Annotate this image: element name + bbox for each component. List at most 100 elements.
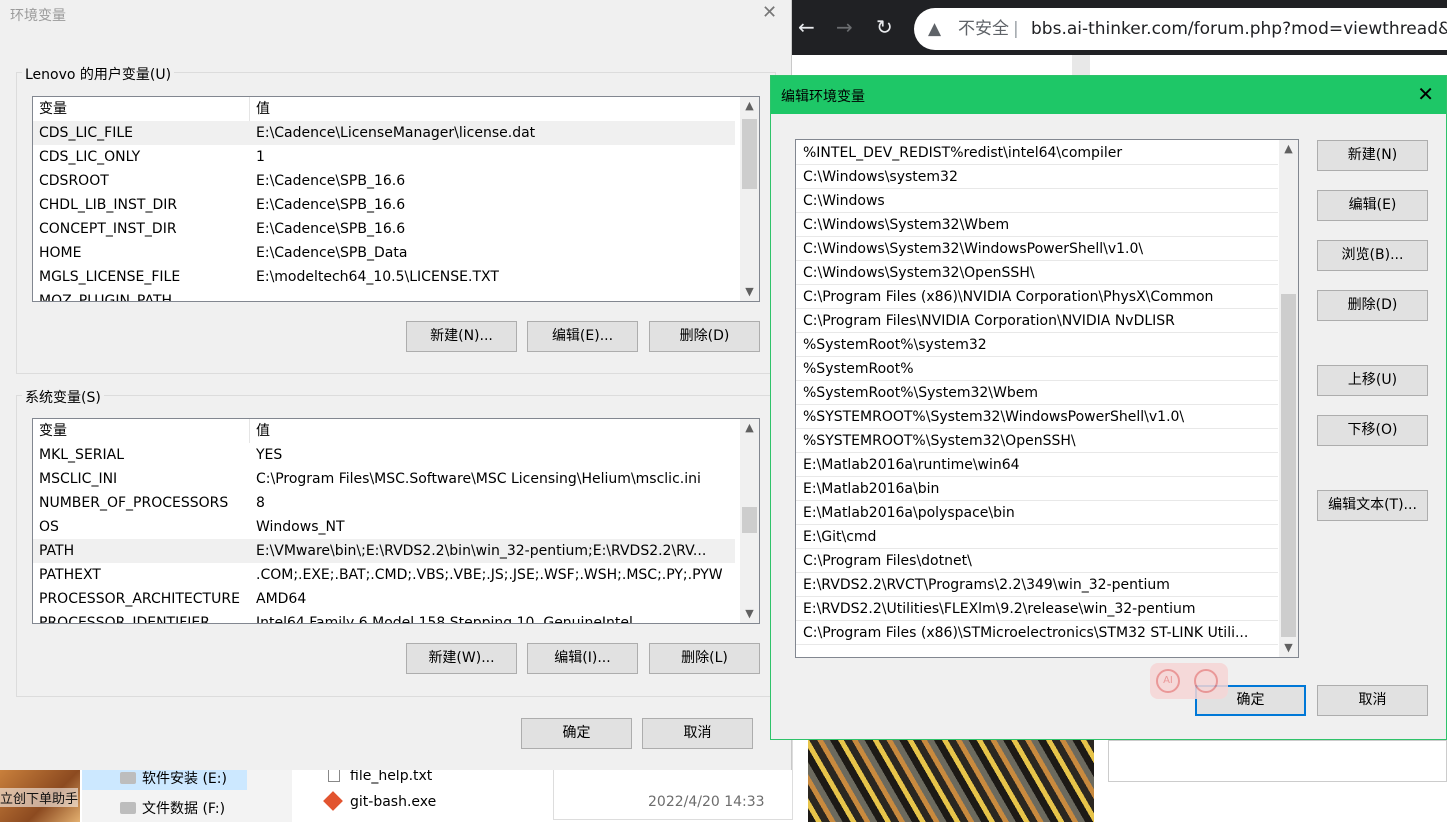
user-new-button[interactable]: 新建(N)... (406, 321, 517, 352)
reload-icon[interactable]: ↻ (876, 14, 893, 40)
variable-name: CONCEPT_INST_DIR (39, 221, 177, 237)
scroll-thumb[interactable] (742, 119, 757, 189)
table-row[interactable]: OS Windows_NT (33, 515, 735, 539)
list-item[interactable]: C:\Program Files (x86)\STMicroelectronic… (796, 621, 1278, 645)
table-row[interactable]: PATHEXT .COM;.EXE;.BAT;.CMD;.VBS;.VBE;.JS… (33, 563, 735, 587)
list-item[interactable]: %INTEL_DEV_REDIST%redist\intel64\compile… (796, 141, 1278, 165)
list-item[interactable]: E:\Matlab2016a\runtime\win64 (796, 453, 1278, 477)
edit-cancel-button[interactable]: 取消 (1317, 685, 1428, 716)
file-item-git-bash[interactable]: git-bash.exe (323, 791, 436, 811)
system-delete-button[interactable]: 删除(L) (649, 643, 760, 674)
list-item[interactable]: %SystemRoot%\system32 (796, 333, 1278, 357)
variable-value: C:\Program Files\MSC.Software\MSC Licens… (256, 471, 701, 487)
address-bar[interactable]: ▲ 不安全 | bbs.ai-thinker.com/forum.php?mod… (914, 8, 1447, 50)
ai-icon[interactable]: AI (1156, 669, 1180, 693)
scroll-up-icon[interactable]: ▲ (1279, 140, 1298, 158)
insecure-label[interactable]: 不安全 (958, 8, 1009, 50)
list-item[interactable]: %SYSTEMROOT%\System32\OpenSSH\ (796, 429, 1278, 453)
list-item[interactable]: C:\Program Files\NVIDIA Corporation\NVID… (796, 309, 1278, 333)
scroll-down-icon[interactable]: ▼ (1279, 639, 1298, 657)
path-list-scrollbar[interactable]: ▲ ▼ (1279, 140, 1298, 657)
table-row[interactable]: PATH E:\VMware\bin\;E:\RVDS2.2\bin\win_32… (33, 539, 735, 563)
system-variables-list[interactable]: 变量 值 MKL_SERIAL YES MSCLIC_INI C:\Program F… (32, 418, 760, 624)
list-item[interactable]: %SYSTEMROOT%\System32\WindowsPowerShell\… (796, 405, 1278, 429)
table-row[interactable]: CDS_LIC_ONLY 1 (33, 145, 735, 169)
table-row[interactable]: CDS_LIC_FILE E:\Cadence\LicenseManager\li… (33, 121, 735, 145)
close-icon[interactable]: ✕ (1417, 82, 1434, 106)
user-variables-list[interactable]: 变量 值 CDS_LIC_FILE E:\Cadence\LicenseManag… (32, 96, 760, 302)
system-edit-button[interactable]: 编辑(I)... (527, 643, 638, 674)
url-text[interactable]: bbs.ai-thinker.com/forum.php?mod=viewthr… (1031, 8, 1447, 50)
path-browse-button[interactable]: 浏览(B)... (1317, 240, 1428, 271)
system-list-scrollbar[interactable]: ▲ ▼ (740, 419, 759, 623)
path-new-button[interactable]: 新建(N) (1317, 140, 1428, 171)
list-item[interactable]: C:\Windows\System32\OpenSSH\ (796, 261, 1278, 285)
variable-value: Windows_NT (256, 519, 345, 535)
taskbar-app-thumbnail[interactable]: 立创下单助手 (0, 770, 80, 822)
nav-item-drive-f[interactable]: 文件数据 (F:) (120, 798, 225, 818)
scroll-up-icon[interactable]: ▲ (740, 419, 759, 437)
path-edit-button[interactable]: 编辑(E) (1317, 190, 1428, 221)
variable-name: MGLS_LICENSE_FILE (39, 269, 181, 285)
path-entries-list[interactable]: %INTEL_DEV_REDIST%redist\intel64\compile… (795, 139, 1299, 658)
user-list-scrollbar[interactable]: ▲ ▼ (740, 97, 759, 301)
list-item[interactable]: E:\Matlab2016a\bin (796, 477, 1278, 501)
list-item[interactable]: %SystemRoot% (796, 357, 1278, 381)
scroll-thumb[interactable] (742, 507, 757, 533)
variable-name: MSCLIC_INI (39, 471, 118, 487)
list-item[interactable]: C:\Program Files (x86)\NVIDIA Corporatio… (796, 285, 1278, 309)
scroll-down-icon[interactable]: ▼ (740, 283, 759, 301)
table-row[interactable]: PROCESSOR_IDENTIFIER Intel64 Family 6 Mod… (33, 611, 735, 623)
user-edit-button[interactable]: 编辑(E)... (527, 321, 638, 352)
warning-icon[interactable]: ▲ (928, 8, 941, 50)
scroll-down-icon[interactable]: ▼ (740, 605, 759, 623)
path-edit-text-button[interactable]: 编辑文本(T)... (1317, 490, 1428, 521)
forward-arrow-icon[interactable]: → (836, 14, 853, 40)
list-item[interactable]: C:\Windows\system32 (796, 165, 1278, 189)
scroll-thumb[interactable] (1281, 294, 1296, 637)
back-arrow-icon[interactable]: ← (798, 14, 815, 40)
column-header-variable[interactable]: 变量 (33, 419, 250, 443)
variable-name: CDSROOT (39, 173, 109, 189)
ai-assistant-badge[interactable]: AI (1150, 663, 1228, 699)
search-icon[interactable] (1194, 669, 1218, 693)
variable-value: E:\Cadence\SPB_16.6 (256, 221, 406, 237)
list-item[interactable]: E:\Matlab2016a\polyspace\bin (796, 501, 1278, 525)
column-header-variable[interactable]: 变量 (33, 97, 250, 121)
list-item[interactable]: E:\RVDS2.2\Utilities\FLEXlm\9.2\release\… (796, 597, 1278, 621)
path-delete-button[interactable]: 删除(D) (1317, 290, 1428, 321)
column-header-value[interactable]: 值 (250, 419, 730, 443)
table-row[interactable]: HOME E:\Cadence\SPB_Data (33, 241, 735, 265)
list-item[interactable]: C:\Windows\System32\Wbem (796, 213, 1278, 237)
nav-item-drive-e[interactable]: 软件安装 (E:) (120, 768, 227, 788)
path-move-down-button[interactable]: 下移(O) (1317, 415, 1428, 446)
table-row[interactable]: CONCEPT_INST_DIR E:\Cadence\SPB_16.6 (33, 217, 735, 241)
list-item[interactable]: C:\Windows\System32\WindowsPowerShell\v1… (796, 237, 1278, 261)
path-move-up-button[interactable]: 上移(U) (1317, 365, 1428, 396)
user-delete-button[interactable]: 删除(D) (649, 321, 760, 352)
close-icon[interactable]: ✕ (762, 2, 777, 23)
env-cancel-button[interactable]: 取消 (642, 718, 753, 749)
table-row[interactable]: CDSROOT E:\Cadence\SPB_16.6 (33, 169, 735, 193)
system-new-button[interactable]: 新建(W)... (406, 643, 517, 674)
table-row[interactable]: MSCLIC_INI C:\Program Files\MSC.Software\… (33, 467, 735, 491)
table-row[interactable]: MOZ_PLUGIN_PATH (33, 289, 735, 301)
table-row[interactable]: CHDL_LIB_INST_DIR E:\Cadence\SPB_16.6 (33, 193, 735, 217)
list-item[interactable]: E:\RVDS2.2\RVCT\Programs\2.2\349\win_32-… (796, 573, 1278, 597)
table-row[interactable]: MGLS_LICENSE_FILE E:\modeltech64_10.5\LIC… (33, 265, 735, 289)
scroll-up-icon[interactable]: ▲ (740, 97, 759, 115)
variable-value: .COM;.EXE;.BAT;.CMD;.VBS;.VBE;.JS;.JSE;.… (256, 567, 723, 583)
variable-value: 1 (256, 149, 265, 165)
table-row[interactable]: PROCESSOR_ARCHITECTURE AMD64 (33, 587, 735, 611)
column-header-value[interactable]: 值 (250, 97, 730, 121)
list-item[interactable]: C:\Program Files\dotnet\ (796, 549, 1278, 573)
list-item[interactable]: C:\Windows (796, 189, 1278, 213)
list-item[interactable]: E:\Git\cmd (796, 525, 1278, 549)
variable-name: CDS_LIC_ONLY (39, 149, 141, 165)
variable-value: E:\Cadence\SPB_16.6 (256, 173, 406, 189)
table-row[interactable]: MKL_SERIAL YES (33, 443, 735, 467)
drive-icon (120, 802, 136, 814)
table-row[interactable]: NUMBER_OF_PROCESSORS 8 (33, 491, 735, 515)
list-item[interactable]: %SystemRoot%\System32\Wbem (796, 381, 1278, 405)
env-ok-button[interactable]: 确定 (521, 718, 632, 749)
